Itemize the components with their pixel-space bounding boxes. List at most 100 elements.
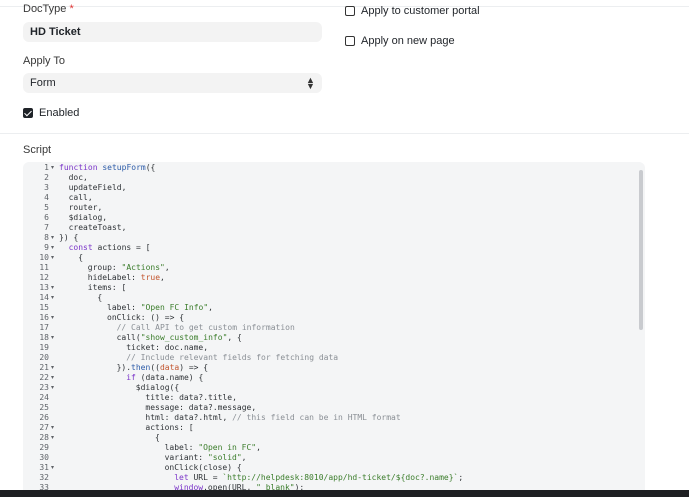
code-token: // this field can be in HTML format xyxy=(232,413,401,422)
fold-toggle-icon[interactable]: ▾ xyxy=(51,253,57,263)
section-divider xyxy=(0,133,689,134)
fold-toggle-icon[interactable]: ▾ xyxy=(51,333,57,343)
code-line[interactable]: label: "Open in FC", xyxy=(165,443,261,453)
code-token: URL = xyxy=(193,473,223,482)
line-number: 26 xyxy=(39,413,49,422)
code-token: ; xyxy=(458,473,464,482)
code-line[interactable]: onClick: () => { xyxy=(107,313,184,323)
code-token: ({ xyxy=(145,163,156,172)
code-token: "show_custom_info" xyxy=(140,333,228,342)
code-line[interactable]: let URL = `http://helpdesk:8010/app/hd-t… xyxy=(174,473,463,483)
fold-toggle-icon[interactable]: ▾ xyxy=(51,383,57,393)
code-line[interactable]: // Include relevant fields for fetching … xyxy=(126,353,338,363)
code-token: onClick(close) { xyxy=(164,463,242,472)
fold-toggle-icon[interactable]: ▾ xyxy=(51,243,57,253)
code-token: , xyxy=(160,273,165,282)
line-number: 11 xyxy=(39,263,49,272)
fold-toggle-icon[interactable]: ▾ xyxy=(51,423,57,433)
code-line[interactable]: }) { xyxy=(59,233,78,243)
code-token: createToast, xyxy=(68,223,127,232)
line-number: 8 xyxy=(44,233,49,242)
code-line[interactable]: html: data?.html, // this field can be i… xyxy=(145,413,400,423)
code-line[interactable]: { xyxy=(155,433,160,443)
line-number: 4 xyxy=(44,193,49,202)
code-line[interactable]: ticket: doc.name, xyxy=(126,343,208,353)
script-label: Script xyxy=(23,144,52,156)
code-line[interactable]: group: "Actions", xyxy=(88,263,170,273)
code-token: title: data?.title, xyxy=(145,393,237,402)
line-number: 22 xyxy=(39,373,49,382)
apply-to-label: Apply To xyxy=(23,55,65,67)
customer-portal-checkbox[interactable] xyxy=(345,6,355,16)
code-line[interactable]: variant: "solid", xyxy=(165,453,247,463)
fold-toggle-icon[interactable]: ▾ xyxy=(51,373,57,383)
code-token: $dialog({ xyxy=(135,383,180,392)
select-caret-icon: ▲ ▼ xyxy=(306,75,315,91)
code-token: actions: [ xyxy=(145,423,194,432)
fold-toggle-icon[interactable]: ▾ xyxy=(51,163,57,173)
line-number: 18 xyxy=(39,333,49,342)
code-token: let xyxy=(174,473,194,482)
code-line[interactable]: { xyxy=(97,293,102,303)
code-line[interactable]: call, xyxy=(69,193,93,203)
code-line[interactable]: }).then((data) => { xyxy=(117,363,209,373)
code-token: (( xyxy=(150,363,160,372)
code-line[interactable]: onClick(close) { xyxy=(165,463,242,473)
code-line[interactable]: title: data?.title, xyxy=(145,393,237,403)
code-line[interactable]: if (data.name) { xyxy=(126,373,203,383)
code-line[interactable]: hideLabel: true, xyxy=(88,273,165,283)
enabled-label: Enabled xyxy=(39,107,80,119)
code-line[interactable]: call("show_custom_info", { xyxy=(117,333,242,343)
line-number: 14 xyxy=(39,293,49,302)
fold-toggle-icon[interactable]: ▾ xyxy=(51,363,57,373)
line-number: 10 xyxy=(39,253,49,262)
line-number: 23 xyxy=(39,383,49,392)
code-line[interactable]: function setupForm({ xyxy=(59,163,155,173)
code-token: updateField, xyxy=(68,183,127,192)
code-token: label: xyxy=(107,303,141,312)
doctype-field[interactable]: HD Ticket xyxy=(23,22,322,42)
doctype-label: DocType * xyxy=(23,3,74,15)
code-line[interactable]: actions: [ xyxy=(145,423,193,433)
code-token: actions = [ xyxy=(97,243,151,252)
fold-toggle-icon[interactable]: ▾ xyxy=(51,283,57,293)
code-token: group: xyxy=(87,263,122,272)
fold-toggle-icon[interactable]: ▾ xyxy=(51,313,57,323)
fold-toggle-icon[interactable]: ▾ xyxy=(51,293,57,303)
code-line[interactable]: const actions = [ xyxy=(69,243,151,253)
code-line[interactable]: items: [ xyxy=(88,283,127,293)
doctype-value: HD Ticket xyxy=(30,26,81,38)
code-token: // Include relevant fields for fetching … xyxy=(126,353,339,362)
code-token: setupForm xyxy=(102,163,146,172)
code-line[interactable]: message: data?.message, xyxy=(145,403,256,413)
code-line[interactable]: $dialog, xyxy=(69,213,108,223)
line-number: 17 xyxy=(39,323,49,332)
fold-toggle-icon[interactable]: ▾ xyxy=(51,433,57,443)
code-line[interactable]: doc, xyxy=(69,173,88,183)
code-line[interactable]: // Call API to get custom information xyxy=(117,323,295,333)
code-token: hideLabel: xyxy=(87,273,141,282)
fold-toggle-icon[interactable]: ▾ xyxy=(51,233,57,243)
code-line[interactable]: { xyxy=(78,253,83,263)
code-editor[interactable]: 1 ▾ 2 3 4 5 6 7 8 ▾ 9 ▾ 10 ▾ 11 12 13 ▾ 14 ▾ 15 16 ▾ 17 18 ▾ 19 20 2… xyxy=(23,162,645,497)
code-token: label: xyxy=(164,443,199,452)
code-token: call, xyxy=(68,193,93,202)
new-page-checkbox[interactable] xyxy=(345,36,355,46)
code-token: message: data?.message, xyxy=(145,403,257,412)
code-line[interactable]: $dialog({ xyxy=(136,383,179,393)
code-line[interactable]: createToast, xyxy=(69,223,127,233)
enabled-checkbox[interactable] xyxy=(23,108,33,118)
apply-to-value: Form xyxy=(30,77,56,89)
apply-to-select[interactable]: Form ▲ ▼ xyxy=(23,73,322,93)
line-number: 25 xyxy=(39,403,49,412)
fold-toggle-icon[interactable]: ▾ xyxy=(51,463,57,473)
code-line[interactable]: updateField, xyxy=(69,183,127,193)
code-token: variant: xyxy=(164,453,208,462)
line-number: 28 xyxy=(39,433,49,442)
editor-scrollbar[interactable] xyxy=(639,170,643,330)
code-line[interactable]: router, xyxy=(69,203,103,213)
code-token: "solid" xyxy=(207,453,242,462)
line-number: 30 xyxy=(39,453,49,462)
code-line[interactable]: label: "Open FC Info", xyxy=(107,303,213,313)
line-number: 20 xyxy=(39,353,49,362)
